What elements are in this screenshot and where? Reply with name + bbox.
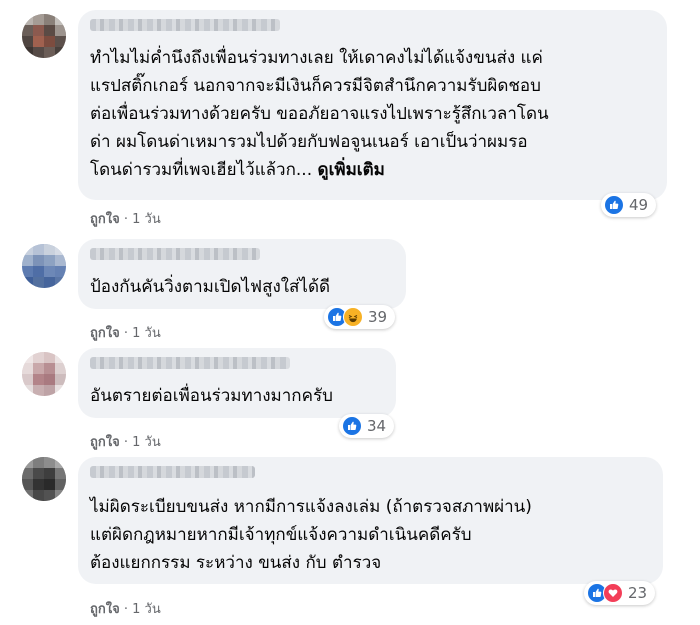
separator: · (123, 602, 133, 617)
reaction-summary[interactable]: 49 (601, 193, 657, 217)
haha-icon (343, 307, 363, 327)
avatar[interactable] (22, 14, 66, 58)
reaction-count: 34 (367, 417, 387, 435)
like-icon (604, 195, 624, 215)
comment-text: ป้องกันคันวิ่งตามเปิดไฟสูงใส่ได้ดี (90, 277, 331, 297)
comment-actions: ถูกใจ · 1 วัน (90, 598, 161, 619)
commenter-name[interactable] (90, 248, 260, 260)
reaction-count: 49 (629, 196, 649, 214)
reaction-summary[interactable]: 39 (324, 305, 396, 329)
separator: · (123, 326, 133, 341)
like-link[interactable]: ถูกใจ (90, 212, 120, 227)
comment-bubble: อันตรายต่อเพื่อนร่วมทางมากครับ (78, 348, 396, 418)
comment-actions: ถูกใจ · 1 วัน (90, 322, 161, 343)
commenter-name[interactable] (90, 466, 255, 478)
see-more-link[interactable]: ดูเพิ่มเติม (318, 160, 385, 180)
reaction-summary[interactable]: 23 (584, 581, 656, 605)
separator: · (123, 435, 133, 450)
like-icon (342, 416, 362, 436)
separator: · (123, 212, 133, 227)
comment-bubble: ป้องกันคันวิ่งตามเปิดไฟสูงใส่ได้ดี (78, 239, 406, 309)
reaction-count: 39 (368, 308, 388, 326)
comment-text: อันตรายต่อเพื่อนร่วมทางมากครับ (90, 386, 333, 406)
comment-actions: ถูกใจ · 1 วัน (90, 208, 161, 229)
avatar[interactable] (22, 457, 66, 501)
timestamp[interactable]: 1 วัน (132, 435, 161, 450)
avatar[interactable] (22, 244, 66, 288)
commenter-name[interactable] (90, 19, 280, 31)
reaction-summary[interactable]: 34 (339, 414, 395, 438)
comment-actions: ถูกใจ · 1 วัน (90, 431, 161, 452)
like-link[interactable]: ถูกใจ (90, 435, 120, 450)
like-link[interactable]: ถูกใจ (90, 602, 120, 617)
comment-text: ทำไมไม่ค่ำนึงถึงเพื่อนร่วมทางเลย ให้เดาค… (90, 44, 660, 184)
reaction-count: 23 (628, 584, 648, 602)
comment-bubble: ไม่ผิดระเบียบขนส่ง หากมีการแจ้งลงเล่ม (ถ… (78, 457, 663, 584)
comment-text: ไม่ผิดระเบียบขนส่ง หากมีการแจ้งลงเล่ม (ถ… (90, 497, 532, 573)
comment-bubble: ทำไมไม่ค่ำนึงถึงเพื่อนร่วมทางเลย ให้เดาค… (78, 10, 667, 200)
love-icon (603, 583, 623, 603)
timestamp[interactable]: 1 วัน (132, 326, 161, 341)
commenter-name[interactable] (90, 357, 290, 369)
avatar[interactable] (22, 352, 66, 396)
timestamp[interactable]: 1 วัน (132, 212, 161, 227)
timestamp[interactable]: 1 วัน (132, 602, 161, 617)
like-link[interactable]: ถูกใจ (90, 326, 120, 341)
